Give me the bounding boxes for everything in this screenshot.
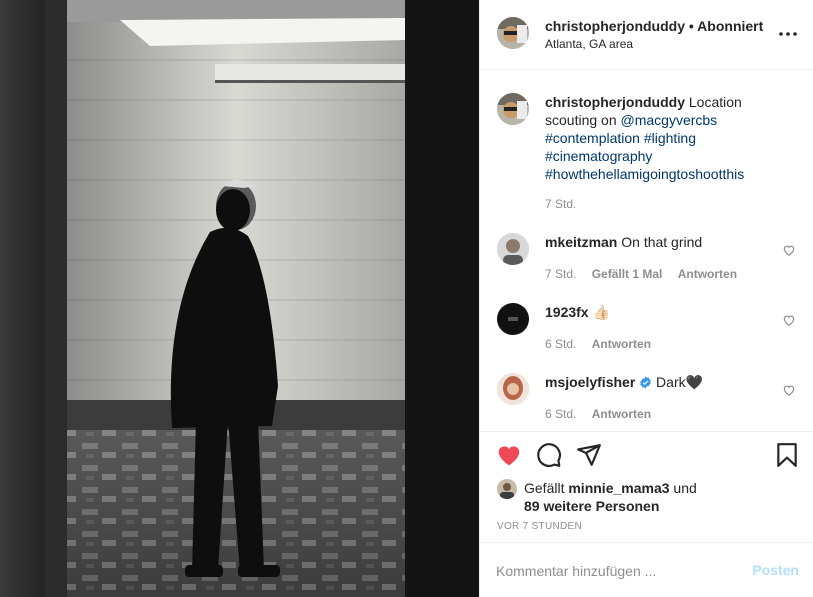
comment-like-count[interactable]: Gefällt 1 Mal xyxy=(592,267,663,281)
comment-body: 👍🏻 xyxy=(592,304,610,320)
comment-time[interactable]: 7 Std. xyxy=(545,267,576,281)
follow-status[interactable]: Abonniert xyxy=(697,18,763,34)
add-comment-bar: Posten xyxy=(480,542,813,597)
hashtag-link[interactable]: #howthehellamigoingtoshootthis xyxy=(545,166,744,182)
hashtag-link[interactable]: #cinematography xyxy=(545,148,652,164)
likes-text: Gefällt minnie_mama3 und 89 weitere Pers… xyxy=(524,479,784,515)
liker-avatar[interactable] xyxy=(497,479,517,499)
commenter-avatar[interactable] xyxy=(497,233,529,265)
likes-prefix: Gefällt xyxy=(524,480,565,496)
comment-meta: 6 Std. Antworten xyxy=(545,337,663,351)
hashtag-link[interactable]: #lighting xyxy=(644,130,696,146)
separator-dot: • xyxy=(688,18,694,34)
verified-badge-icon xyxy=(639,375,652,393)
likes-others-button[interactable]: 89 weitere Personen xyxy=(524,498,659,514)
heart-outline-icon[interactable] xyxy=(782,243,796,257)
comment-text: 1923fx 👍🏻 xyxy=(545,303,775,321)
reply-button[interactable]: Antworten xyxy=(678,267,737,281)
comment-text: mkeitzman On that grind xyxy=(545,233,775,251)
heart-outline-icon[interactable] xyxy=(782,313,796,327)
caption-time[interactable]: 7 Std. xyxy=(545,197,576,211)
post-sidebar: christopherjonduddy • Abonniert Atlanta,… xyxy=(479,0,813,597)
author-username[interactable]: christopherjonduddy xyxy=(545,18,685,34)
heart-outline-icon[interactable] xyxy=(782,383,796,397)
comment-username[interactable]: 1923fx xyxy=(545,304,589,320)
author-avatar[interactable] xyxy=(497,93,529,125)
post-timestamp[interactable]: VOR 7 STUNDEN xyxy=(497,521,582,532)
post-location[interactable]: Atlanta, GA area xyxy=(545,37,633,51)
reply-button[interactable]: Antworten xyxy=(592,407,651,421)
likes-conj: und xyxy=(673,480,697,496)
comment-meta: 7 Std. Gefällt 1 Mal Antworten xyxy=(545,267,749,281)
more-horizontal-icon[interactable] xyxy=(776,24,800,44)
caption-username[interactable]: christopherjonduddy xyxy=(545,94,685,110)
author-avatar[interactable] xyxy=(497,17,529,49)
post-actions: Gefällt minnie_mama3 und 89 weitere Pers… xyxy=(480,431,813,542)
post-header: christopherjonduddy • Abonniert Atlanta,… xyxy=(480,0,813,70)
commenter-avatar[interactable] xyxy=(497,303,529,335)
liker-username[interactable]: minnie_mama3 xyxy=(568,480,669,496)
instagram-post: christopherjonduddy • Abonniert Atlanta,… xyxy=(0,0,813,597)
caption-meta: 7 Std. xyxy=(545,197,588,211)
post-comment-button[interactable]: Posten xyxy=(752,562,799,578)
comment-body: Dark🖤 xyxy=(656,374,704,390)
comment-time[interactable]: 6 Std. xyxy=(545,337,576,351)
comment-icon[interactable] xyxy=(536,442,562,468)
comment-meta: 6 Std. Antworten xyxy=(545,407,663,421)
commenter-avatar[interactable] xyxy=(497,373,529,405)
author-line: christopherjonduddy • Abonniert xyxy=(545,18,763,34)
comment-username[interactable]: msjoelyfisher xyxy=(545,374,635,390)
comment-username[interactable]: mkeitzman xyxy=(545,234,617,250)
hashtag-link[interactable]: #contemplation xyxy=(545,130,640,146)
caption-text: christopherjonduddy Location scouting on… xyxy=(545,93,775,183)
paper-plane-icon[interactable] xyxy=(576,442,602,468)
post-photo[interactable] xyxy=(0,0,479,597)
heart-filled-icon[interactable] xyxy=(496,442,522,468)
comment-text: msjoelyfisher Dark🖤 xyxy=(545,373,775,393)
comments-list[interactable]: christopherjonduddy Location scouting on… xyxy=(480,70,813,430)
comment-input[interactable] xyxy=(496,561,736,581)
bookmark-icon[interactable] xyxy=(774,442,800,468)
mention-link[interactable]: @macgyvercbs xyxy=(621,112,718,128)
reply-button[interactable]: Antworten xyxy=(592,337,651,351)
comment-body: On that grind xyxy=(621,234,703,250)
comment-time[interactable]: 6 Std. xyxy=(545,407,576,421)
